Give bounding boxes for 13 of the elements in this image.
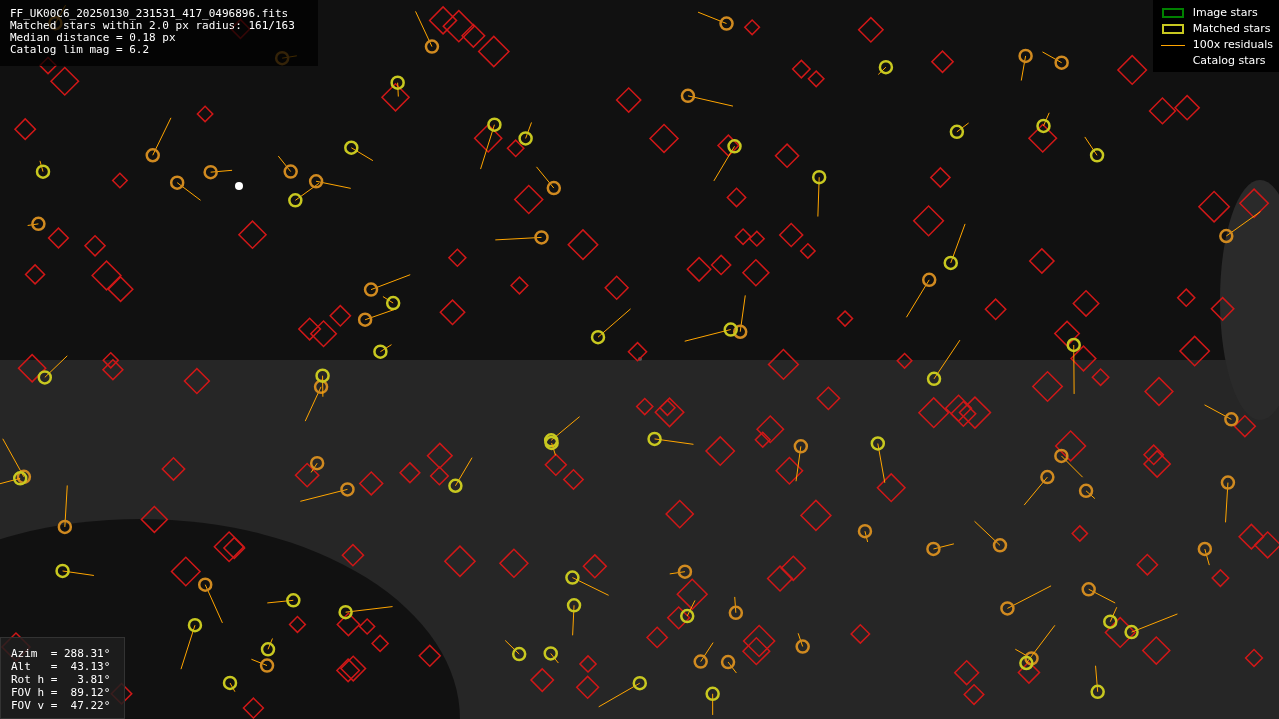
pointing-text: Rot h = 3.81° (11, 674, 111, 686)
legend-label: Catalog stars (1192, 54, 1266, 68)
pointing-text: Alt = 43.13° (11, 661, 111, 673)
pointing-text: FOV v = 47.22° (11, 700, 111, 712)
pointing-text: Azim = 288.31° (11, 648, 111, 660)
info-text: Median distance = 0.18 px (10, 32, 177, 44)
legend-label: Image stars (1192, 6, 1258, 20)
info-text: Catalog lim mag = 6.2 (10, 44, 151, 56)
info-text: FF_UK00C6_20250130_231531_417_0496896.fits (10, 8, 290, 20)
legend-label: 100x residuals (1192, 38, 1273, 52)
info-text: Matched stars within 2.0 px radius: 161/163 (10, 20, 296, 32)
pointing-text: FOV h = 89.12° (11, 687, 111, 699)
legend-label: Matched stars (1192, 22, 1271, 36)
